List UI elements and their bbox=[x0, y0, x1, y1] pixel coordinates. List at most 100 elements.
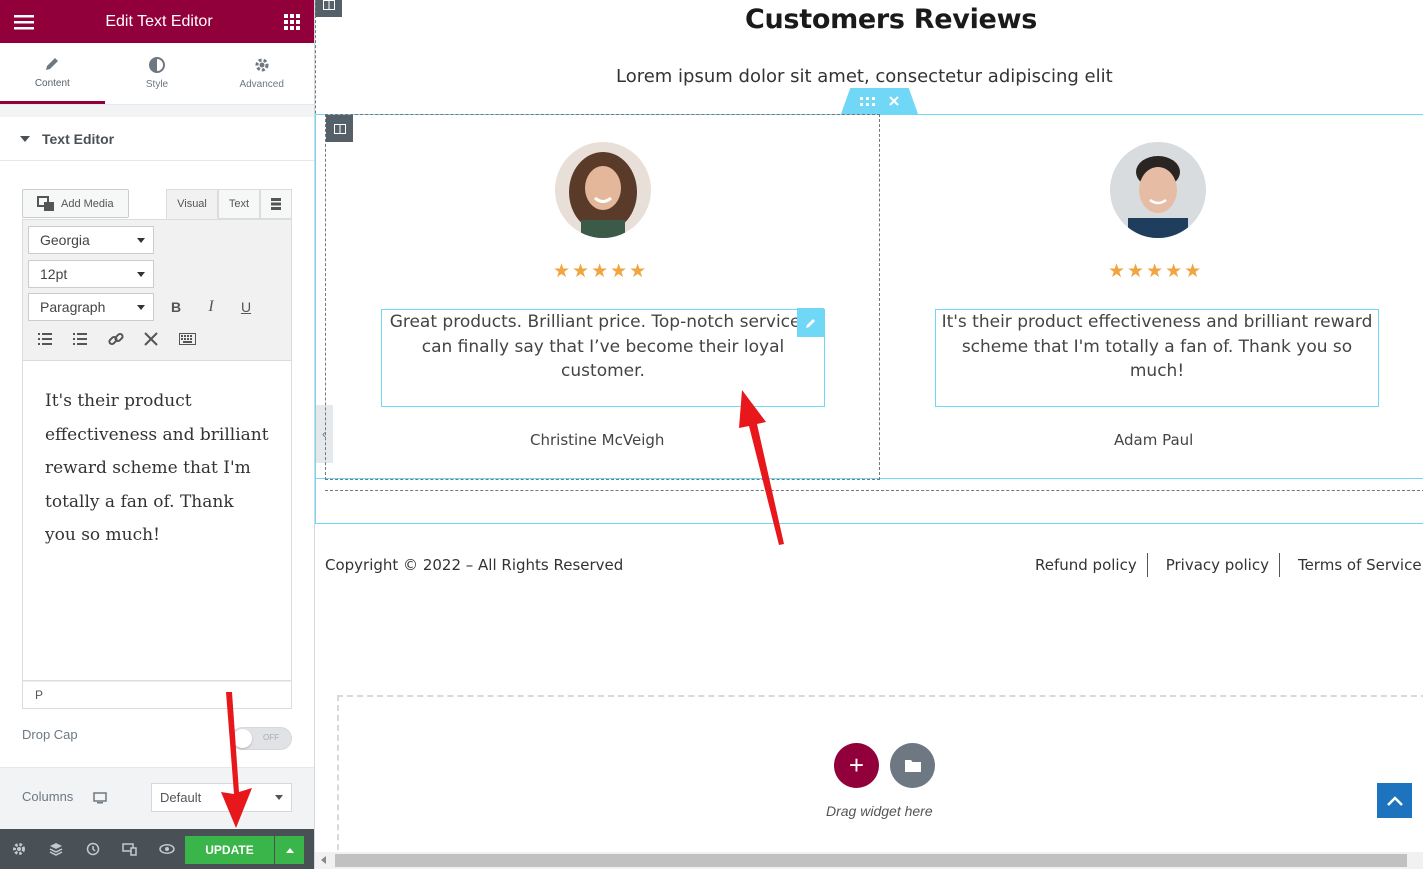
dropdown-arrow-icon bbox=[137, 271, 145, 277]
close-icon[interactable] bbox=[889, 96, 899, 106]
panel-footer: UPDATE bbox=[0, 829, 314, 869]
add-media-button[interactable]: Add Media bbox=[22, 189, 129, 218]
bold-icon[interactable]: B bbox=[165, 296, 187, 318]
font-family-select[interactable]: Georgia bbox=[28, 226, 154, 254]
desktop-icon[interactable] bbox=[93, 791, 107, 804]
drag-widget-hint: Drag widget here bbox=[826, 803, 933, 819]
text-tab[interactable]: Text bbox=[218, 189, 260, 219]
update-options-button[interactable] bbox=[275, 836, 304, 864]
footer-links: Refund policy Privacy policy Terms of Se… bbox=[1035, 553, 1423, 577]
dropdown-arrow-icon bbox=[137, 237, 145, 243]
editor-panel: Edit Text Editor Content Style Advanced … bbox=[0, 0, 315, 869]
tab-advanced-label: Advanced bbox=[239, 79, 284, 90]
add-template-button[interactable] bbox=[890, 743, 935, 788]
toggle-state: OFF bbox=[263, 733, 279, 742]
scroll-left-arrow-icon[interactable] bbox=[321, 856, 326, 864]
caret-down-icon bbox=[20, 135, 30, 142]
divider bbox=[0, 767, 314, 768]
visual-tab[interactable]: Visual bbox=[166, 189, 218, 219]
folder-icon bbox=[904, 760, 921, 772]
reviewer-name: Christine McVeigh bbox=[530, 431, 665, 449]
columns-value: Default bbox=[160, 790, 202, 805]
format-select[interactable]: Paragraph bbox=[28, 293, 154, 321]
avatar-adam bbox=[1110, 142, 1206, 238]
toggle-knob bbox=[233, 729, 252, 748]
caret-up-icon bbox=[285, 847, 294, 853]
element-path: P bbox=[22, 681, 292, 709]
link-icon[interactable] bbox=[105, 328, 127, 350]
drag-handle-icon[interactable] bbox=[860, 96, 875, 106]
footer-link-terms[interactable]: Terms of Service bbox=[1298, 553, 1423, 577]
media-icon bbox=[37, 195, 54, 211]
section-toggle-text-editor[interactable]: Text Editor bbox=[0, 117, 314, 161]
tab-content-label: Content bbox=[34, 77, 70, 89]
horizontal-scrollbar[interactable] bbox=[315, 852, 1423, 869]
panel-tabs: Content Style Advanced bbox=[0, 43, 314, 105]
edit-widget-button[interactable] bbox=[797, 308, 824, 337]
scroll-to-top-button[interactable] bbox=[1377, 783, 1412, 818]
gear-icon bbox=[255, 58, 269, 72]
editor-toolbar: Georgia 12pt Paragraph B I U bbox=[22, 219, 292, 361]
history-icon[interactable] bbox=[74, 842, 111, 856]
pencil-icon bbox=[46, 57, 59, 70]
dashed-guide bbox=[325, 490, 1423, 491]
avatar-christine bbox=[555, 142, 651, 238]
contrast-icon bbox=[149, 57, 165, 73]
add-section-button[interactable]: + bbox=[834, 743, 879, 788]
controls-area: Add Media Visual Text Georgia 12pt Parag… bbox=[0, 161, 314, 768]
fullscreen-icon[interactable] bbox=[140, 328, 162, 350]
editor-paragraph: It's their product effectiveness and bri… bbox=[45, 391, 269, 545]
column-edit-icon[interactable] bbox=[326, 115, 353, 142]
settings-icon[interactable] bbox=[0, 842, 37, 856]
rating-stars: ★★★★★ bbox=[553, 261, 649, 282]
drop-cap-toggle[interactable]: OFF bbox=[231, 727, 292, 750]
tab-content[interactable]: Content bbox=[0, 43, 105, 104]
review-quote: Great products. Brilliant price. Top-not… bbox=[389, 312, 817, 381]
preview-eye-icon[interactable] bbox=[148, 844, 185, 854]
rating-stars: ★★★★★ bbox=[1108, 261, 1204, 282]
footer-link-privacy[interactable]: Privacy policy bbox=[1166, 553, 1280, 577]
keyboard-icon[interactable] bbox=[176, 328, 198, 350]
font-size-select[interactable]: 12pt bbox=[28, 260, 154, 288]
review-text-box[interactable]: It's their product effectiveness and bri… bbox=[935, 309, 1379, 407]
page-canvas: ‹ Customers Reviews Lorem ipsum dolor si… bbox=[315, 0, 1423, 869]
section-handle[interactable] bbox=[841, 88, 918, 114]
numbered-list-icon[interactable] bbox=[69, 328, 91, 350]
tab-style[interactable]: Style bbox=[105, 43, 210, 104]
columns-select[interactable]: Default bbox=[151, 783, 292, 812]
page-subheading: Lorem ipsum dolor sit amet, consectetur … bbox=[616, 66, 1113, 87]
reviewer-name: Adam Paul bbox=[1114, 431, 1194, 449]
font-family-value: Georgia bbox=[40, 232, 90, 248]
dropdown-arrow-icon bbox=[275, 795, 283, 800]
review-text-box[interactable]: Great products. Brilliant price. Top-not… bbox=[381, 309, 825, 407]
tab-advanced[interactable]: Advanced bbox=[209, 43, 314, 104]
hamburger-menu-icon[interactable] bbox=[14, 14, 34, 30]
responsive-icon[interactable] bbox=[111, 842, 148, 856]
format-value: Paragraph bbox=[40, 299, 106, 315]
bullet-list-icon[interactable] bbox=[34, 328, 56, 350]
tab-style-label: Style bbox=[145, 79, 169, 90]
toolbar-toggle-button[interactable] bbox=[260, 189, 292, 219]
review-quote: It's their product effectiveness and bri… bbox=[941, 312, 1373, 381]
columns-label-text: Columns bbox=[22, 789, 74, 804]
drop-cap-label: Drop Cap bbox=[22, 727, 78, 742]
update-button[interactable]: UPDATE bbox=[185, 836, 274, 864]
chevron-up-icon bbox=[1386, 795, 1403, 806]
panel-title: Edit Text Editor bbox=[105, 12, 213, 30]
section-column-icon[interactable] bbox=[315, 0, 342, 17]
scrollbar-thumb[interactable] bbox=[335, 854, 1407, 867]
add-media-label: Add Media bbox=[61, 197, 114, 210]
section-title: Text Editor bbox=[42, 130, 115, 147]
text-editor-area[interactable]: It's their product effectiveness and bri… bbox=[22, 361, 292, 681]
widgets-grid-icon[interactable] bbox=[284, 13, 300, 30]
italic-icon[interactable]: I bbox=[200, 296, 222, 318]
copyright-text: Copyright © 2022 – All Rights Reserved bbox=[325, 556, 624, 574]
layers-icon[interactable] bbox=[37, 842, 74, 856]
font-size-value: 12pt bbox=[40, 266, 68, 282]
underline-icon[interactable]: U bbox=[235, 296, 257, 318]
pencil-icon bbox=[805, 318, 815, 328]
drop-zone[interactable]: + Drag widget here bbox=[337, 695, 1423, 869]
dropdown-arrow-icon bbox=[137, 304, 145, 310]
section-border-left bbox=[315, 114, 316, 524]
footer-link-refund[interactable]: Refund policy bbox=[1035, 553, 1148, 577]
